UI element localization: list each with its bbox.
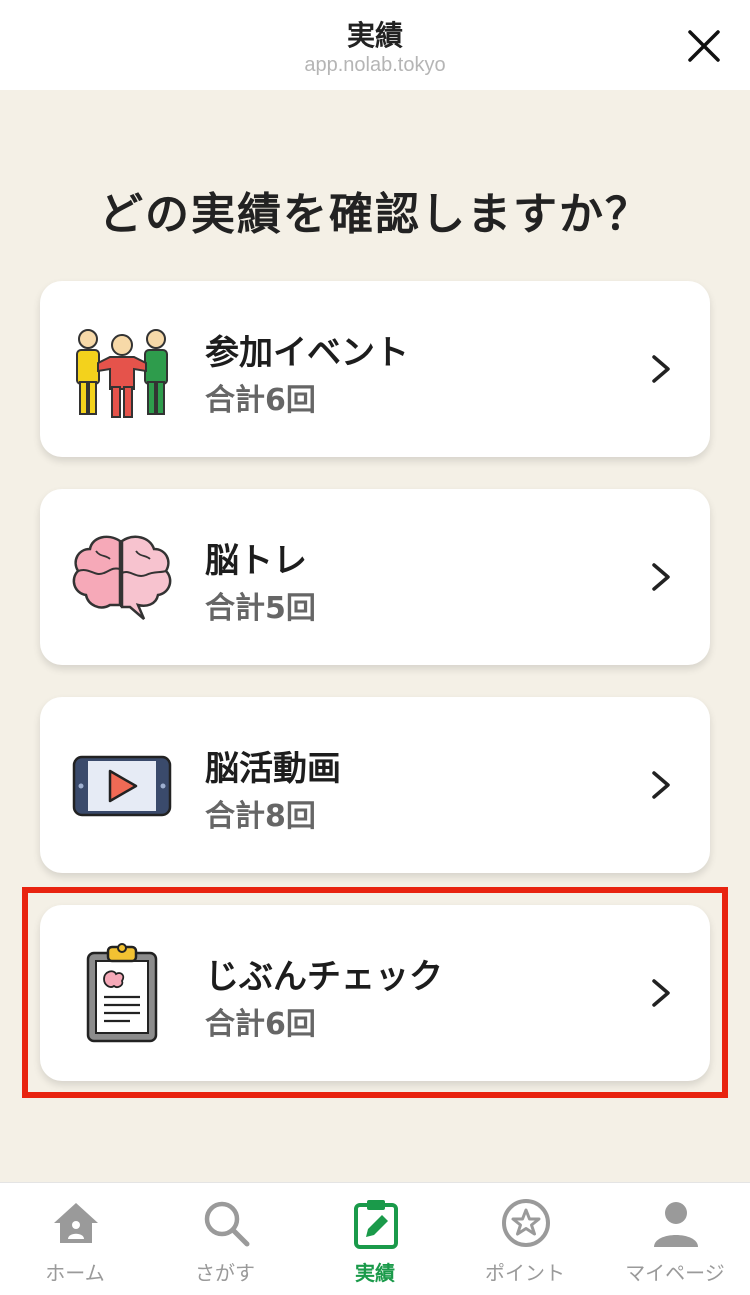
card-title: 脳活動画 — [205, 749, 341, 789]
chevron-right-icon — [652, 771, 670, 799]
close-icon[interactable] — [686, 28, 722, 64]
card-title: 参加イベント — [205, 333, 409, 373]
card-count: 合計5回 — [205, 591, 316, 626]
clipboard-icon — [86, 943, 158, 1043]
card-brain-videos[interactable]: 脳活動画 合計8回 — [40, 697, 710, 873]
tab-home[interactable]: ホーム — [0, 1183, 150, 1295]
tab-label: さがす — [195, 1261, 255, 1285]
card-brain-training[interactable]: 脳トレ 合計5回 — [40, 489, 710, 665]
person-icon — [654, 1202, 698, 1247]
tab-records[interactable]: 実績 — [300, 1183, 450, 1295]
tab-search[interactable]: さがす — [150, 1183, 300, 1295]
tab-label: ポイント — [485, 1261, 565, 1285]
card-title: 脳トレ — [205, 541, 307, 581]
card-count: 合計6回 — [205, 383, 316, 418]
star-circle-icon — [502, 1199, 550, 1247]
card-count: 合計8回 — [205, 799, 316, 834]
bottom-tab-bar: ホーム さがす 実績 ポイント マイページ — [0, 1182, 750, 1295]
tab-label: ホーム — [45, 1261, 105, 1285]
card-events[interactable]: 参加イベント 合計6回 — [40, 281, 710, 457]
tab-points[interactable]: ポイント — [450, 1183, 600, 1295]
chevron-right-icon — [652, 563, 670, 591]
card-count: 合計6回 — [205, 1007, 316, 1042]
tab-label: マイページ — [625, 1261, 725, 1285]
question-heading: どの実績を確認しますか？ — [99, 189, 651, 240]
chevron-right-icon — [652, 355, 670, 383]
top-bar: 実績 app.nolab.tokyo — [0, 0, 750, 90]
page-title: 実績 — [346, 19, 403, 52]
search-icon — [204, 1201, 250, 1247]
card-title: じぶんチェック — [205, 957, 443, 997]
video-play-icon — [72, 755, 172, 817]
brain-puzzle-icon — [72, 535, 172, 620]
home-icon — [54, 1203, 98, 1243]
tab-mypage[interactable]: マイページ — [600, 1183, 750, 1295]
card-self-check[interactable]: じぶんチェック 合計6回 — [40, 905, 710, 1081]
page-url: app.nolab.tokyo — [304, 54, 446, 76]
tab-label: 実績 — [355, 1261, 395, 1285]
chevron-right-icon — [652, 979, 670, 1007]
clipboard-pencil-icon — [354, 1200, 398, 1249]
people-icon — [76, 329, 168, 418]
